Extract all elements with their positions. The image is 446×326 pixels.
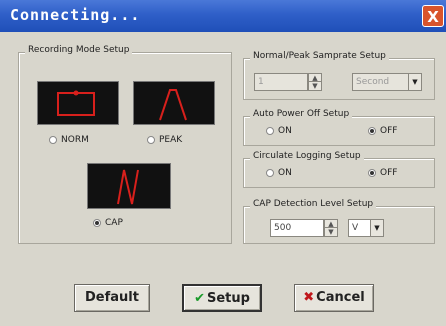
norm-waveform-icon <box>57 90 95 116</box>
peak-waveform-preview[interactable] <box>133 81 215 125</box>
recording-mode-label: Recording Mode Setup <box>25 45 133 55</box>
title-bar[interactable]: Connecting... X <box>0 0 446 32</box>
peak-radio[interactable]: PEAK <box>147 135 182 145</box>
circulate-off-radio[interactable]: OFF <box>368 168 397 178</box>
cap-waveform-icon <box>117 169 139 205</box>
cap-radio-label: CAP <box>105 218 123 228</box>
setup-button-label: Setup <box>206 291 250 306</box>
auto-power-on-radio[interactable]: ON <box>266 126 292 136</box>
cap-unit-select[interactable]: V ▼ <box>348 219 384 237</box>
auto-power-off-radio[interactable]: OFF <box>368 126 397 136</box>
check-icon: ✔ <box>194 291 205 306</box>
window-title: Connecting... <box>10 6 141 24</box>
default-button[interactable]: Default <box>74 284 150 312</box>
auto-power-off-option-label: OFF <box>380 126 398 136</box>
cancel-button[interactable]: ✖ Cancel <box>294 284 374 312</box>
chevron-up-icon[interactable]: ▲ <box>325 220 337 228</box>
auto-power-on-label: ON <box>278 126 292 136</box>
auto-power-off-label: Auto Power Off Setup <box>250 109 353 119</box>
x-icon: ✖ <box>303 290 315 305</box>
samprate-stepper[interactable]: ▲ ▼ <box>308 73 322 91</box>
cancel-button-label: Cancel <box>316 290 365 305</box>
samprate-value-field[interactable]: 1 <box>254 73 308 91</box>
cap-radio[interactable]: CAP <box>93 218 123 228</box>
norm-radio-label: NORM <box>61 135 89 145</box>
dialog-window: Connecting... X Recording Mode Setup NOR… <box>0 0 446 326</box>
circulate-logging-label: Circulate Logging Setup <box>250 151 364 161</box>
samprate-unit-select[interactable]: Second ▼ <box>352 73 422 91</box>
peak-waveform-icon <box>159 89 187 121</box>
dropdown-arrow-icon[interactable]: ▼ <box>408 74 421 90</box>
circulate-on-label: ON <box>278 168 292 178</box>
samprate-group: Normal/Peak Samprate Setup 1 ▲ ▼ Second … <box>243 51 435 100</box>
circulate-logging-group: Circulate Logging Setup ON OFF <box>243 151 435 188</box>
norm-radio[interactable]: NORM <box>49 135 89 145</box>
cap-detection-label: CAP Detection Level Setup <box>250 199 377 209</box>
circulate-on-radio[interactable]: ON <box>266 168 292 178</box>
cap-level-field[interactable]: 500 <box>270 219 324 237</box>
setup-button[interactable]: ✔ Setup <box>182 284 262 312</box>
samprate-label: Normal/Peak Samprate Setup <box>250 51 389 61</box>
recording-mode-group: Recording Mode Setup NORM PEAK CAP <box>18 45 232 244</box>
cap-unit-value: V <box>352 223 359 233</box>
chevron-down-icon[interactable]: ▼ <box>309 82 321 90</box>
dropdown-arrow-icon[interactable]: ▼ <box>370 220 383 236</box>
cap-level-stepper[interactable]: ▲ ▼ <box>324 219 338 237</box>
auto-power-off-group: Auto Power Off Setup ON OFF <box>243 109 435 146</box>
cap-detection-group: CAP Detection Level Setup 500 ▲ ▼ V ▼ <box>243 199 435 244</box>
chevron-up-icon[interactable]: ▲ <box>309 74 321 82</box>
norm-waveform-preview[interactable] <box>37 81 119 125</box>
cap-waveform-preview[interactable] <box>87 163 171 209</box>
close-icon[interactable]: X <box>422 5 444 27</box>
default-button-label: Default <box>85 290 139 305</box>
circulate-off-label: OFF <box>380 168 398 178</box>
samprate-unit-value: Second <box>356 77 390 87</box>
chevron-down-icon[interactable]: ▼ <box>325 228 337 236</box>
peak-radio-label: PEAK <box>159 135 183 145</box>
